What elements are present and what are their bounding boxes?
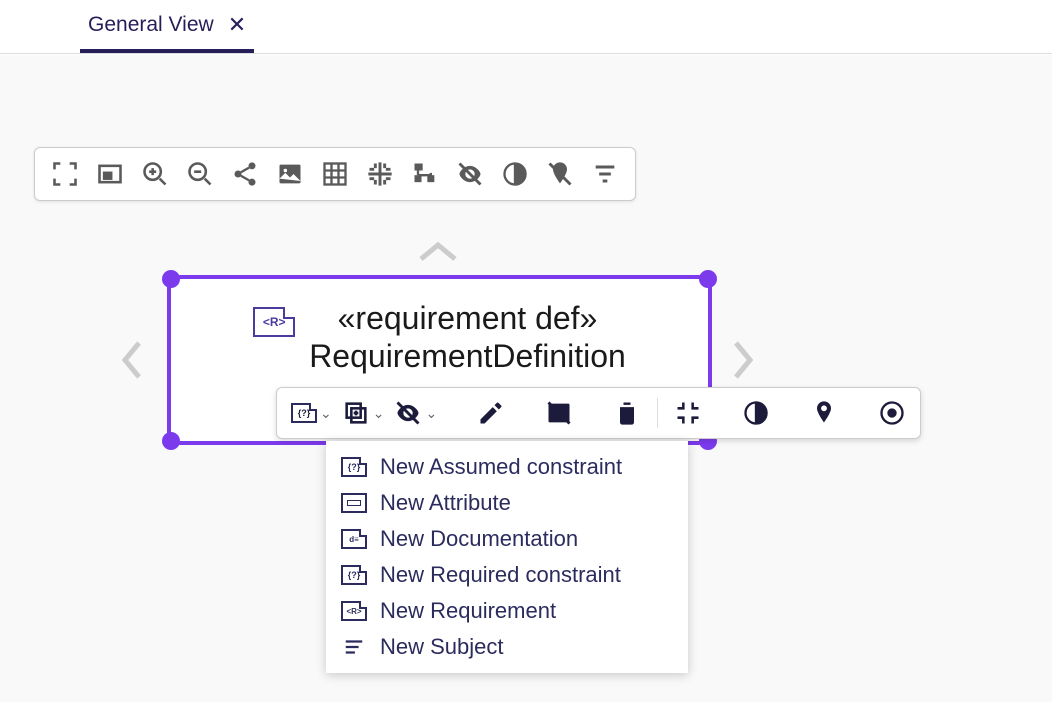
node-label: «requirement def» RequirementDefinition xyxy=(309,299,626,376)
chevron-left-icon[interactable] xyxy=(117,335,147,393)
menu-label: New Documentation xyxy=(380,526,578,552)
menu-item-new-required-constraint[interactable]: {?} New Required constraint xyxy=(326,557,688,593)
arrange-icon[interactable] xyxy=(409,158,441,190)
new-child-button[interactable]: {?} ⌄ xyxy=(291,403,332,423)
edit-icon xyxy=(477,399,505,427)
resize-handle-bl[interactable] xyxy=(162,432,180,450)
zoom-out-icon[interactable] xyxy=(184,158,216,190)
menu-item-new-requirement[interactable]: <R> New Requirement xyxy=(326,593,688,629)
tab-label: General View xyxy=(88,13,214,37)
hide-button[interactable]: ⌄ xyxy=(394,399,437,427)
target-icon xyxy=(878,399,906,427)
resize-handle-tl[interactable] xyxy=(162,270,180,288)
menu-label: New Requirement xyxy=(380,598,556,624)
pin-button[interactable] xyxy=(810,399,838,427)
menu-label: New Subject xyxy=(380,634,504,660)
chevron-down-icon: ⌄ xyxy=(373,405,385,422)
chevron-up-icon[interactable] xyxy=(413,225,463,275)
main-toolbar xyxy=(34,147,636,201)
tab-bar: General View ✕ xyxy=(0,0,1052,54)
copy-button[interactable]: ⌄ xyxy=(342,399,385,427)
tab-general-view[interactable]: General View ✕ xyxy=(80,0,254,53)
close-icon[interactable]: ✕ xyxy=(228,14,246,36)
menu-label: New Attribute xyxy=(380,490,511,516)
fit-all-icon[interactable] xyxy=(49,158,81,190)
constraint-icon: {?} xyxy=(340,564,368,586)
new-child-icon: {?} xyxy=(291,403,317,423)
filter-icon[interactable] xyxy=(589,158,621,190)
visibility-off-icon[interactable] xyxy=(454,158,486,190)
snap-icon[interactable] xyxy=(364,158,396,190)
resize-handle-tr[interactable] xyxy=(699,270,717,288)
delete-button[interactable] xyxy=(613,399,641,427)
canvas[interactable]: <R> «requirement def» RequirementDefinit… xyxy=(0,55,1052,702)
constraint-icon: {?} xyxy=(340,456,368,478)
new-child-dropdown: {?} New Assumed constraint New Attribute… xyxy=(326,441,688,673)
zoom-in-icon[interactable] xyxy=(139,158,171,190)
collapse-icon xyxy=(674,399,702,427)
requirement-icon: <R> xyxy=(340,600,368,622)
pin-icon xyxy=(810,399,838,427)
target-button[interactable] xyxy=(878,399,906,427)
contrast-button[interactable] xyxy=(742,399,770,427)
edit-button[interactable] xyxy=(477,399,505,427)
requirement-icon: <R> xyxy=(253,307,295,337)
image-icon[interactable] xyxy=(274,158,306,190)
contrast-icon xyxy=(742,399,770,427)
image-off-button[interactable] xyxy=(545,399,573,427)
collapse-button[interactable] xyxy=(674,399,702,427)
documentation-icon: d≡ xyxy=(340,528,368,550)
chevron-right-icon[interactable] xyxy=(728,335,758,393)
fit-selection-icon[interactable] xyxy=(94,158,126,190)
pin-off-icon[interactable] xyxy=(544,158,576,190)
hide-icon xyxy=(394,399,422,427)
grid-icon[interactable] xyxy=(319,158,351,190)
chevron-down-icon: ⌄ xyxy=(425,405,437,422)
chevron-down-icon: ⌄ xyxy=(320,405,332,422)
menu-item-new-attribute[interactable]: New Attribute xyxy=(326,485,688,521)
image-off-icon xyxy=(545,399,573,427)
share-icon[interactable] xyxy=(229,158,261,190)
contrast-icon[interactable] xyxy=(499,158,531,190)
menu-item-new-assumed-constraint[interactable]: {?} New Assumed constraint xyxy=(326,449,688,485)
attribute-icon xyxy=(340,492,368,514)
menu-label: New Required constraint xyxy=(380,562,621,588)
menu-item-new-documentation[interactable]: d≡ New Documentation xyxy=(326,521,688,557)
menu-label: New Assumed constraint xyxy=(380,454,622,480)
copy-icon xyxy=(342,399,370,427)
delete-icon xyxy=(613,399,641,427)
menu-item-new-subject[interactable]: New Subject xyxy=(326,629,688,665)
subject-icon xyxy=(340,636,368,658)
context-toolbar: {?} ⌄ ⌄ ⌄ xyxy=(276,387,921,439)
